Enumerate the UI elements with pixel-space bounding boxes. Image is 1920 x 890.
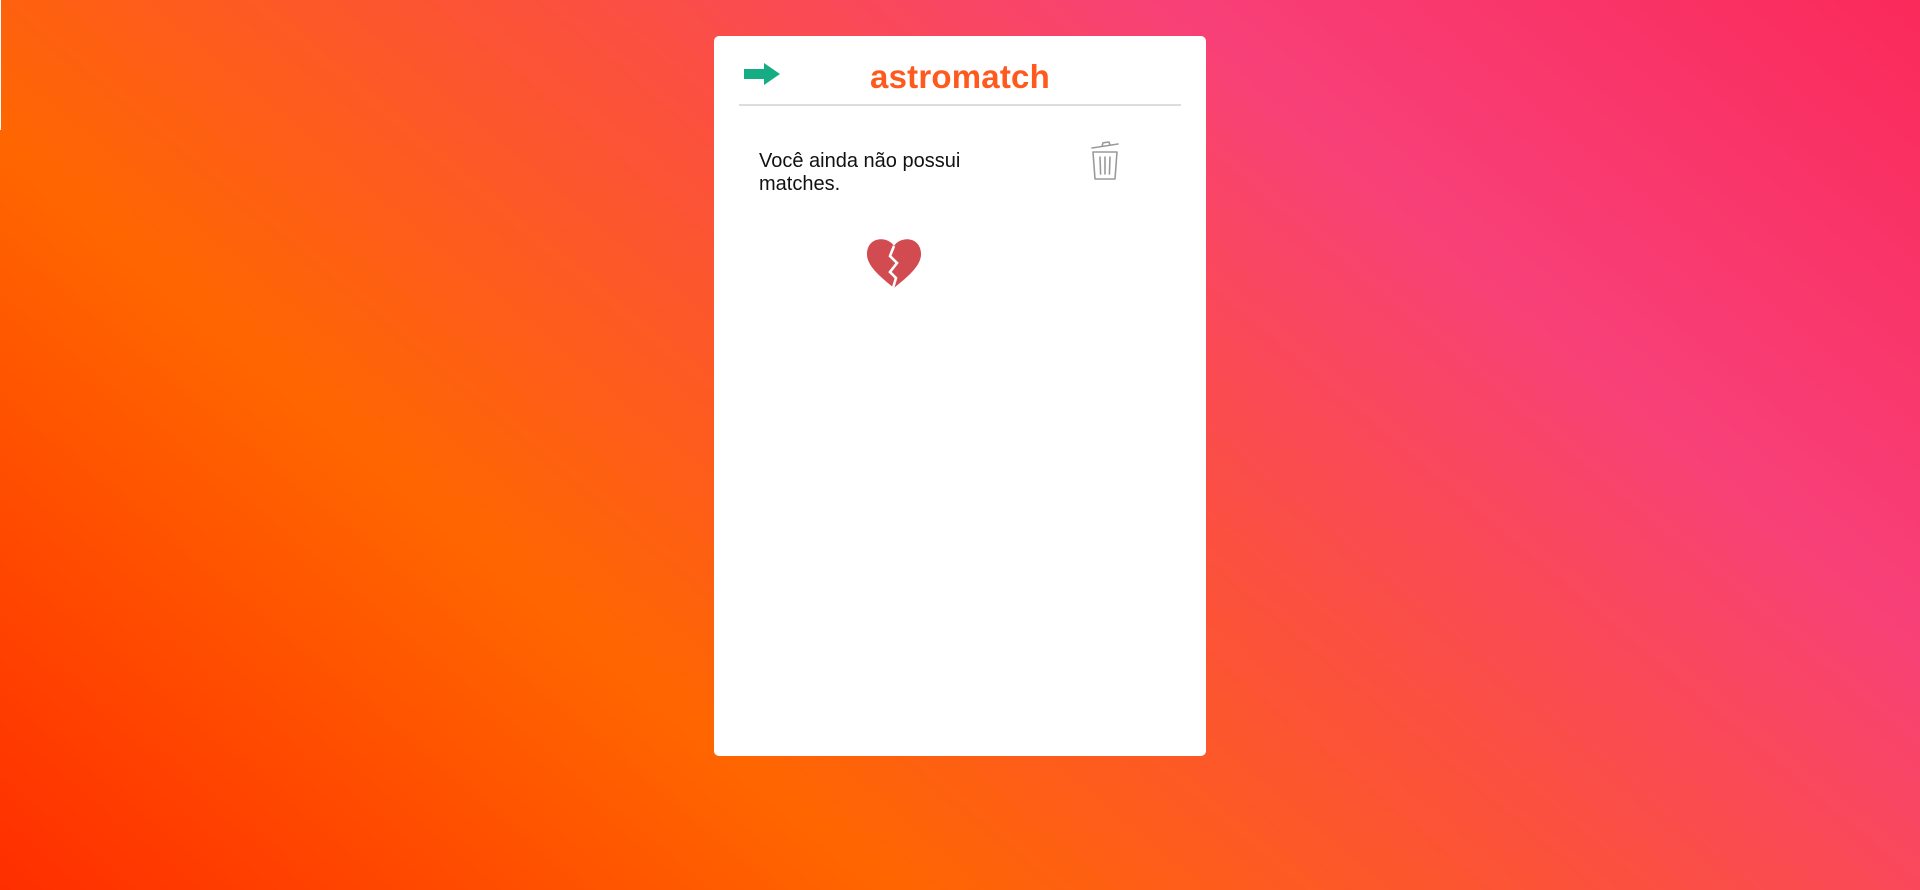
app-title: astromatch <box>870 58 1050 95</box>
empty-matches-message: Você ainda não possui matches. <box>759 150 961 195</box>
app-header: astromatch <box>739 36 1181 106</box>
matches-card: astromatch Você ainda não possui matches… <box>714 36 1206 756</box>
broken-heart-icon <box>866 239 922 289</box>
trash-icon[interactable] <box>1088 139 1122 181</box>
scrollbar-edge <box>0 0 1 130</box>
